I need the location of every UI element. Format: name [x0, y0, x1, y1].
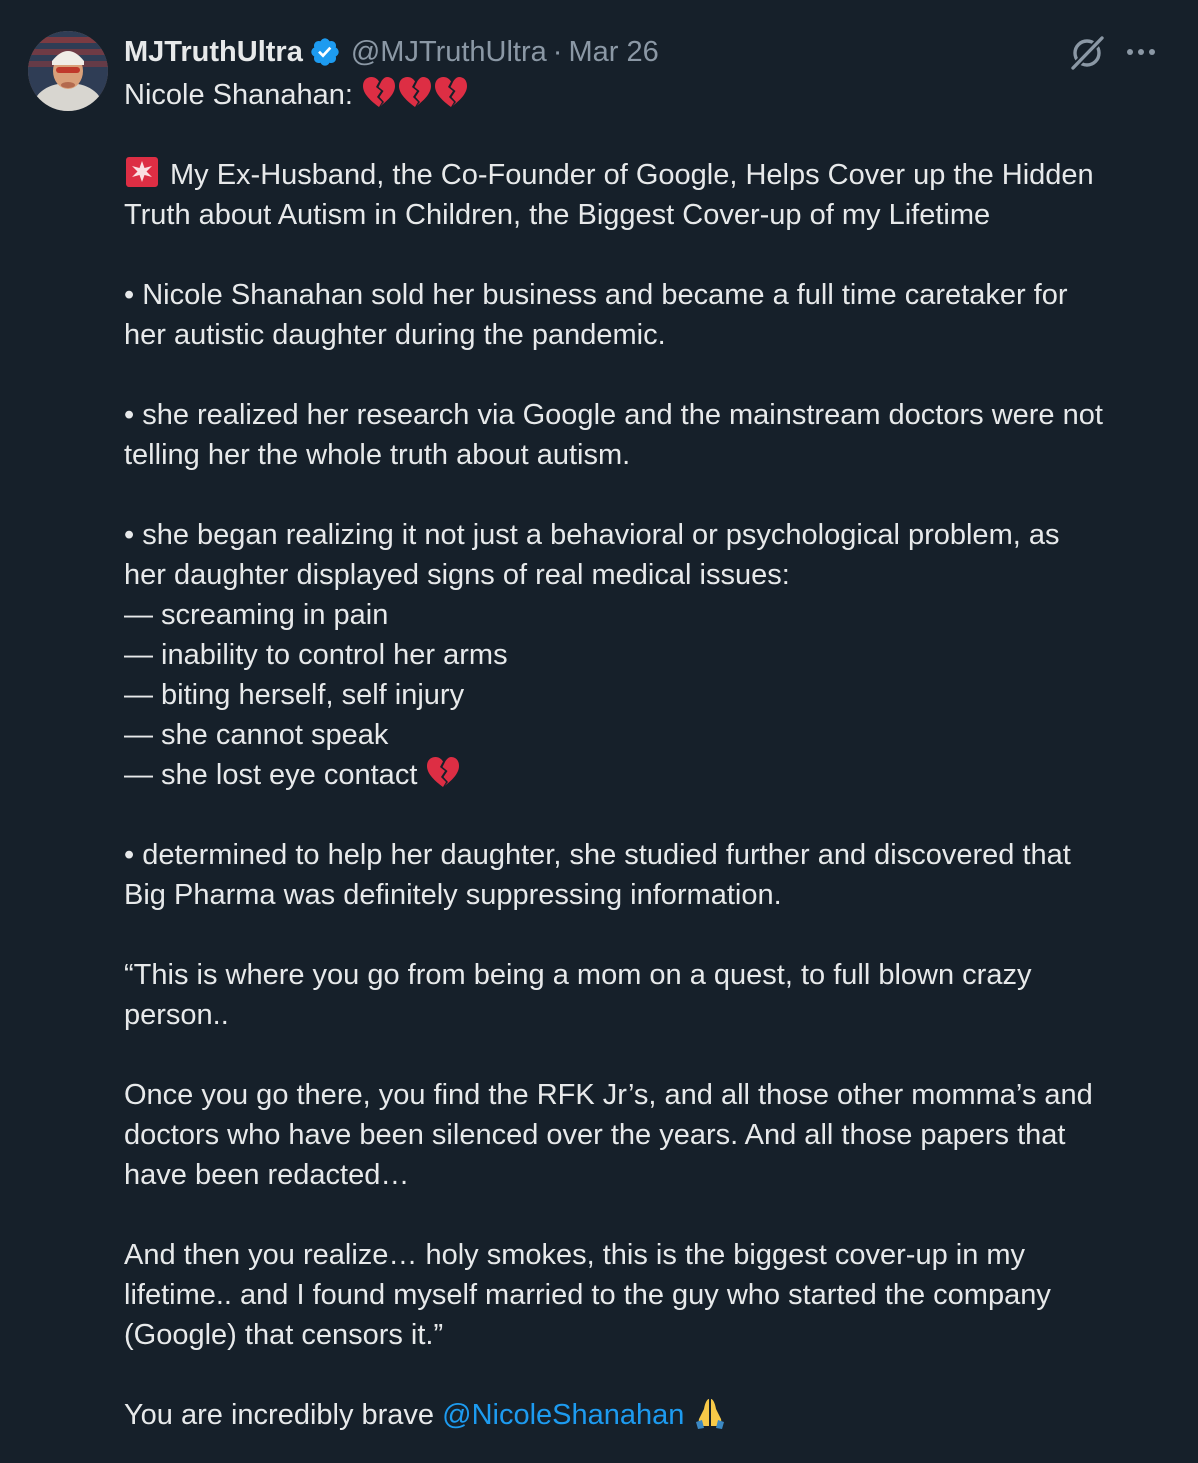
- post-line: — she lost eye contact: [124, 755, 1174, 795]
- tweet-body: Nicole Shanahan: My Ex-Husband, the Co-F…: [124, 75, 1174, 1435]
- post-text: — she lost eye contact: [124, 759, 426, 791]
- post-line: lifetime.. and I found myself married to…: [124, 1279, 1051, 1311]
- display-name[interactable]: MJTruthUltra: [124, 36, 303, 69]
- broken-heart-emoji-icon: [361, 75, 397, 109]
- post-line: My Ex-Husband, the Co-Founder of Google,…: [124, 155, 1174, 195]
- post-line: And then you realize… holy smokes, this …: [124, 1239, 1026, 1271]
- post-line: telling her the whole truth about autism…: [124, 439, 631, 471]
- post-line: doctors who have been silenced over the …: [124, 1119, 1066, 1151]
- post-line: Nicole Shanahan:: [124, 75, 1174, 115]
- post-line: You are incredibly brave @NicoleShanahan: [124, 1395, 1174, 1435]
- header-separator: ·: [552, 35, 563, 68]
- more-icon[interactable]: [1124, 42, 1158, 62]
- post-line: person..: [124, 999, 229, 1031]
- post-line: her daughter displayed signs of real med…: [124, 559, 790, 591]
- user-handle[interactable]: @MJTruthUltra: [351, 36, 547, 69]
- post-line: — inability to control her arms: [124, 639, 508, 671]
- broken-heart-emoji-icon: [425, 755, 461, 789]
- post-line: have been redacted…: [124, 1159, 410, 1191]
- post-line: her autistic daughter during the pandemi…: [124, 319, 666, 351]
- post-line: — she cannot speak: [124, 719, 389, 751]
- grok-icon[interactable]: [1068, 34, 1106, 72]
- post-line: — biting herself, self injury: [124, 679, 465, 711]
- post-line: Truth about Autism in Children, the Bigg…: [124, 199, 991, 231]
- verified-badge-icon: [311, 38, 339, 66]
- post-text: Nicole Shanahan:: [124, 79, 361, 111]
- post-line: (Google) that censors it.”: [124, 1319, 444, 1351]
- post-line: • she realized her research via Google a…: [124, 399, 1103, 431]
- post-line: Once you go there, you find the RFK Jr’s…: [124, 1079, 1093, 1111]
- tweet[interactable]: MJTruthUltra @MJTruthUltra · Mar 26 Nico…: [0, 0, 1198, 1463]
- post-text: My Ex-Husband, the Co-Founder of Google,…: [170, 159, 1094, 191]
- post-line: • determined to help her daughter, she s…: [124, 839, 1071, 871]
- post-line: • Nicole Shanahan sold her business and …: [124, 279, 1068, 311]
- police-light-emoji-icon: [126, 157, 158, 187]
- post-date[interactable]: Mar 26: [568, 36, 658, 69]
- broken-heart-emoji-icon: [397, 75, 433, 109]
- mention-link[interactable]: @NicoleShanahan: [442, 1399, 684, 1431]
- post-line: — screaming in pain: [124, 599, 389, 631]
- avatar[interactable]: [28, 31, 108, 111]
- post-line: • she began realizing it not just a beha…: [124, 519, 1060, 551]
- post-line: Big Pharma was definitely suppressing in…: [124, 879, 782, 911]
- folded-hands-emoji-icon: [696, 1399, 725, 1429]
- post-text: You are incredibly brave: [124, 1399, 443, 1431]
- broken-heart-emoji-icon: [433, 75, 469, 109]
- tweet-header: MJTruthUltra @MJTruthUltra · Mar 26: [124, 30, 659, 74]
- post-line: “This is where you go from being a mom o…: [124, 959, 1032, 991]
